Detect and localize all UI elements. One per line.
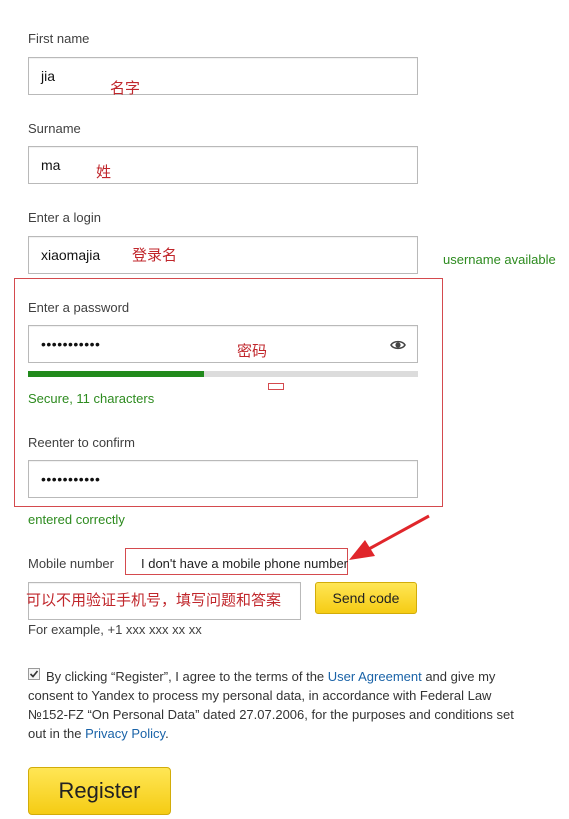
agreement-text: By clicking “Register”, I agree to the t… bbox=[28, 667, 522, 743]
confirm-label: Reenter to confirm bbox=[28, 435, 135, 450]
annotation-password: 密码 bbox=[237, 342, 268, 360]
register-button[interactable]: Register bbox=[28, 767, 171, 815]
password-strength-fill bbox=[28, 371, 204, 377]
user-agreement-link[interactable]: User Agreement bbox=[328, 669, 422, 684]
confirm-status: entered correctly bbox=[28, 512, 125, 527]
annotation-login: 登录名 bbox=[132, 246, 178, 264]
first-name-input[interactable]: jia bbox=[28, 57, 418, 95]
phone-example-hint: For example, +1 xxx xxx xx xx bbox=[28, 622, 202, 637]
annotation-phone: 可以不用验证手机号，填写问题和答案 bbox=[26, 591, 282, 609]
agreement-text-part: By clicking “Register”, I agree to the t… bbox=[46, 669, 328, 684]
confirm-password-value: ••••••••••• bbox=[41, 471, 101, 487]
login-status: username available bbox=[443, 252, 556, 267]
annotation-surname: 姓 bbox=[96, 163, 112, 181]
password-strength-bar bbox=[28, 371, 418, 377]
password-label: Enter a password bbox=[28, 300, 130, 315]
login-value: xiaomajia bbox=[41, 247, 101, 263]
password-value: ••••••••••• bbox=[41, 336, 101, 352]
login-label: Enter a login bbox=[28, 210, 101, 225]
surname-value: ma bbox=[41, 157, 61, 173]
first-name-label: First name bbox=[28, 31, 90, 46]
confirm-password-input[interactable]: ••••••••••• bbox=[28, 460, 418, 498]
annotation-small-box bbox=[268, 383, 284, 390]
password-strength-text: Secure, 11 characters bbox=[28, 391, 155, 406]
surname-input[interactable]: ma bbox=[28, 146, 418, 184]
mobile-number-label: Mobile number bbox=[28, 556, 114, 571]
annotation-first-name: 名字 bbox=[110, 79, 141, 97]
password-input[interactable]: ••••••••••• bbox=[28, 325, 418, 363]
privacy-policy-link[interactable]: Privacy Policy bbox=[85, 726, 165, 741]
annotation-arrow-icon bbox=[349, 514, 430, 560]
surname-label: Surname bbox=[28, 121, 81, 136]
no-phone-link[interactable]: I don't have a mobile phone number bbox=[141, 556, 348, 571]
first-name-value: jia bbox=[41, 68, 56, 84]
eye-icon[interactable] bbox=[390, 337, 406, 353]
agreement-text-part: . bbox=[165, 726, 169, 741]
login-input[interactable]: xiaomajia bbox=[28, 236, 418, 274]
send-code-button[interactable]: Send code bbox=[315, 582, 417, 614]
